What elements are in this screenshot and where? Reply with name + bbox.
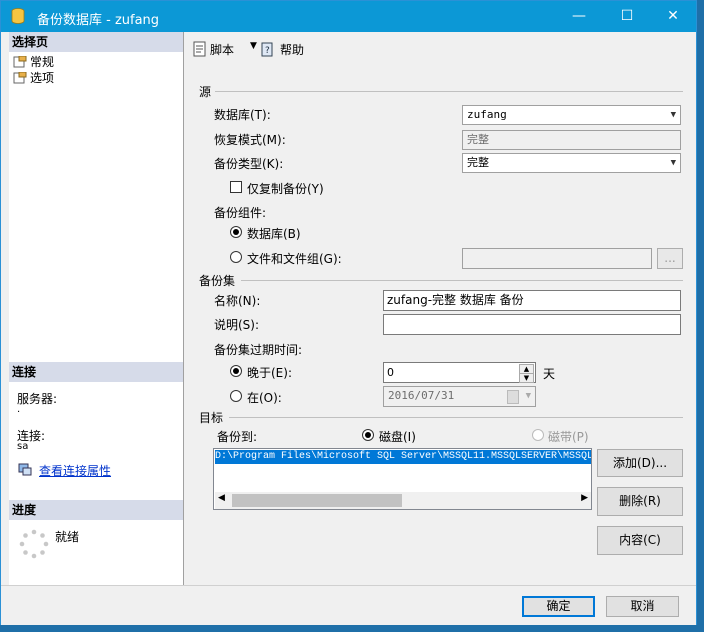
spin-down-icon[interactable]: ▼ xyxy=(519,373,534,383)
backup-type-label: 备份类型(K): xyxy=(214,157,284,171)
tape-radio xyxy=(532,429,544,441)
page-item-general[interactable]: 常规 xyxy=(13,54,54,70)
close-button[interactable]: ✕ xyxy=(650,1,696,32)
page-wrench-icon xyxy=(13,72,27,84)
page-item-general-label: 常规 xyxy=(30,55,55,69)
remove-destination-button[interactable]: 删除(R) xyxy=(597,487,683,516)
backup-set-divider xyxy=(241,280,683,281)
script-icon xyxy=(193,41,206,57)
connection-header: 连接 xyxy=(9,362,183,382)
source-divider xyxy=(215,91,683,92)
backup-component-label: 备份组件: xyxy=(214,206,267,220)
expire-on-radio[interactable] xyxy=(230,390,242,402)
destination-listbox[interactable]: D:\Program Files\Microsoft SQL Server\MS… xyxy=(213,448,592,510)
expire-days-value: 0 xyxy=(387,366,394,379)
recovery-model-label: 恢复模式(M): xyxy=(214,133,286,147)
chevron-down-icon[interactable]: ▼ xyxy=(250,41,257,51)
scroll-left-icon[interactable]: ◀ xyxy=(218,493,225,503)
chevron-down-icon: ▼ xyxy=(525,391,531,401)
progress-header: 进度 xyxy=(9,500,183,520)
tape-label: 磁带(P) xyxy=(548,430,589,444)
expire-days-stepper[interactable]: 0 ▲ ▼ xyxy=(383,362,536,383)
expire-date-value: 2016/07/31 xyxy=(388,389,455,402)
database-combo-value: zufang xyxy=(467,108,507,121)
help-label: 帮助 xyxy=(280,43,305,57)
browse-files-button: ... xyxy=(657,248,683,269)
add-destination-button[interactable]: 添加(D)... xyxy=(597,449,683,477)
recovery-model-field: 完整 xyxy=(462,130,681,150)
server-value: . xyxy=(17,404,21,415)
component-database-label: 数据库(B) xyxy=(247,227,301,241)
title-bar[interactable]: 备份数据库 - zufang — ☐ ✕ xyxy=(1,1,696,32)
backup-set-group-label: 备份集 xyxy=(199,274,236,288)
chevron-down-icon: ▼ xyxy=(670,110,676,120)
connection-properties-icon xyxy=(18,463,32,476)
expire-after-radio[interactable] xyxy=(230,365,242,377)
disk-radio[interactable] xyxy=(362,429,374,441)
expire-date-picker: 2016/07/31 ▼ xyxy=(383,386,536,407)
files-filegroups-field xyxy=(462,248,652,269)
description-input[interactable] xyxy=(383,314,681,335)
disk-label: 磁盘(I) xyxy=(379,430,416,444)
page-item-options-label: 选项 xyxy=(30,71,55,85)
horizontal-scrollbar[interactable]: ◀ ▶ xyxy=(215,492,591,509)
description-label: 说明(S): xyxy=(214,318,260,332)
backup-to-label: 备份到: xyxy=(217,430,258,444)
help-icon: ? xyxy=(261,42,273,57)
recovery-model-value: 完整 xyxy=(467,133,489,146)
database-icon xyxy=(11,8,25,24)
component-files-label: 文件和文件组(G): xyxy=(247,252,342,266)
view-connection-properties-link[interactable]: 查看连接属性 xyxy=(39,462,111,479)
chevron-down-icon: ▼ xyxy=(670,158,676,168)
backup-name-input[interactable]: zufang-完整 数据库 备份 xyxy=(383,290,681,311)
database-label: 数据库(T): xyxy=(214,108,271,122)
minimize-button[interactable]: — xyxy=(556,1,602,32)
copy-only-label: 仅复制备份(Y) xyxy=(247,182,324,196)
svg-text:?: ? xyxy=(265,46,270,56)
list-item[interactable]: D:\Program Files\Microsoft SQL Server\MS… xyxy=(215,450,591,464)
days-unit-label: 天 xyxy=(543,367,556,381)
toolbar: 脚本 ▼ ? 帮助 xyxy=(184,32,696,66)
component-files-radio[interactable] xyxy=(230,251,242,263)
contents-button[interactable]: 内容(C) xyxy=(597,526,683,555)
window-title: 备份数据库 - zufang xyxy=(37,13,160,28)
page-wrench-icon xyxy=(13,56,27,68)
help-button[interactable]: ? 帮助 xyxy=(260,41,320,59)
destination-group-label: 目标 xyxy=(199,411,224,425)
scroll-right-icon[interactable]: ▶ xyxy=(581,493,588,503)
dialog-footer: 确定 取消 xyxy=(1,585,696,625)
source-group-label: 源 xyxy=(199,85,212,99)
database-combo[interactable]: zufang ▼ xyxy=(462,105,681,125)
backup-type-value: 完整 xyxy=(467,156,489,169)
expire-after-label: 晚于(E): xyxy=(247,366,292,380)
calendar-icon xyxy=(507,390,519,404)
server-label: 服务器: xyxy=(17,392,58,406)
name-label: 名称(N): xyxy=(214,294,261,308)
maximize-button[interactable]: ☐ xyxy=(604,1,650,32)
connection-value: sa xyxy=(17,441,29,452)
copy-only-checkbox[interactable] xyxy=(230,181,242,193)
progress-status: 就绪 xyxy=(55,530,80,544)
page-item-options[interactable]: 选项 xyxy=(13,70,54,86)
progress-spinner-icon xyxy=(19,529,49,559)
expire-on-label: 在(O): xyxy=(247,391,282,405)
backup-database-dialog: 备份数据库 - zufang — ☐ ✕ 选择页 常规 选项 连接 服务器: .… xyxy=(0,0,697,625)
expiration-label: 备份集过期时间: xyxy=(214,343,303,357)
component-database-radio[interactable] xyxy=(230,226,242,238)
script-label: 脚本 xyxy=(210,43,235,57)
select-page-header: 选择页 xyxy=(9,32,183,52)
ok-button[interactable]: 确定 xyxy=(522,596,595,617)
backup-type-combo[interactable]: 完整 ▼ xyxy=(462,153,681,173)
cancel-button[interactable]: 取消 xyxy=(606,596,679,617)
left-pane: 选择页 常规 选项 连接 服务器: . 连接: sa 查看连接属性 进度 就绪 xyxy=(9,32,184,585)
scrollbar-thumb[interactable] xyxy=(232,494,402,507)
destination-divider xyxy=(229,417,683,418)
